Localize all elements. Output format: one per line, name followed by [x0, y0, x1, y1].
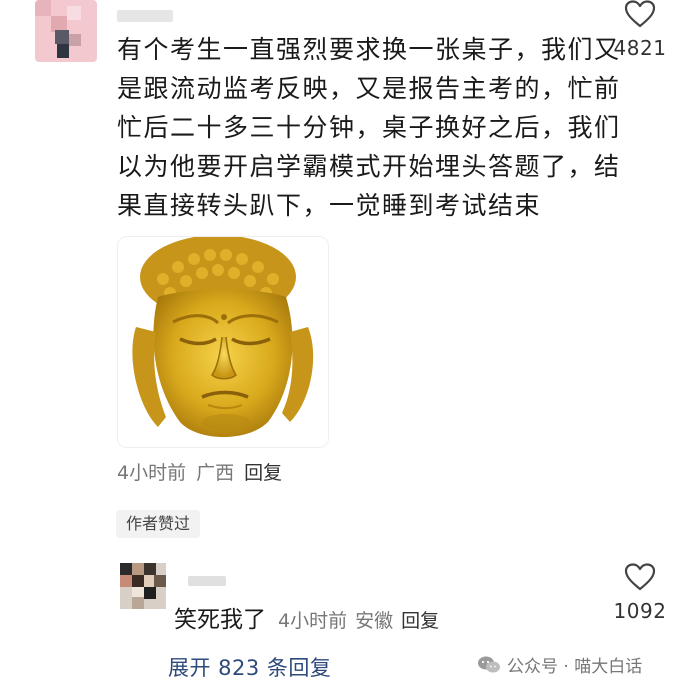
author-liked-badge: 作者赞过: [116, 510, 201, 538]
reply-username-blurred[interactable]: [188, 576, 226, 586]
expand-replies-link[interactable]: 展开 823 条回复: [168, 652, 331, 682]
reply-like[interactable]: 1092: [610, 563, 670, 623]
commenter-username-blurred[interactable]: [117, 10, 173, 22]
commenter-avatar[interactable]: [35, 0, 97, 62]
comment-time: 4小时前: [117, 462, 187, 484]
wechat-icon: [477, 655, 501, 675]
reply-like-count: 1092: [613, 599, 667, 623]
reply-text: 笑死我了: [174, 607, 266, 633]
comment-line: 忙后二十多三十分钟，桌子换好之后，我们: [117, 113, 621, 142]
like-count: 4821: [613, 36, 667, 60]
reply-button[interactable]: 回复: [244, 462, 282, 484]
reply-reply-button[interactable]: 回复: [401, 610, 439, 632]
heart-icon[interactable]: [610, 563, 670, 591]
reply-location: 安徽: [355, 610, 394, 632]
comment-line: 是跟流动监考反映，又是报告主考的，忙前: [117, 74, 621, 103]
golden-buddha-head-image: [118, 237, 328, 447]
reply-content: 笑死我了 4小时前 安徽 回复: [174, 600, 447, 634]
comment-like[interactable]: 4821: [610, 0, 670, 60]
reply-avatar[interactable]: [120, 563, 166, 609]
reply-time: 4小时前: [278, 610, 348, 632]
comment-image[interactable]: [117, 236, 329, 448]
comment-line: 以为他要开启学霸模式开始埋头答题了，结: [117, 152, 621, 181]
watermark: 公众号 · 喵大白话: [477, 652, 642, 677]
comment-line: 有个考生一直强烈要求换一张桌子，我们又: [117, 35, 621, 64]
comment-location: 广西: [196, 462, 235, 484]
watermark-text: 公众号 · 喵大白话: [507, 657, 643, 677]
comment-meta: 4小时前 广西 回复: [117, 458, 292, 485]
comment-line: 果直接转头趴下，一觉睡到考试结束: [117, 191, 542, 220]
heart-icon[interactable]: [610, 0, 670, 28]
comment-text: 有个考生一直强烈要求换一张桌子，我们又 是跟流动监考反映，又是报告主考的，忙前 …: [117, 30, 621, 225]
